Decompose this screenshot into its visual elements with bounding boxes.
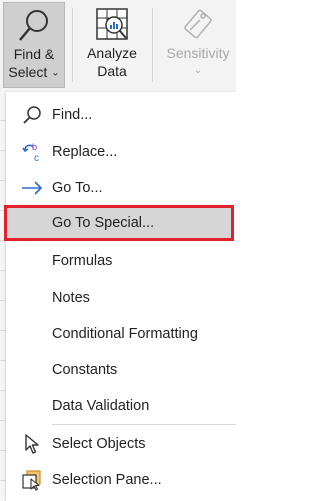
- menu-item-label: Notes: [52, 290, 90, 306]
- selection-pane-icon: [20, 468, 44, 492]
- menu-item-replace[interactable]: b c Replace...: [6, 135, 236, 169]
- menu-item-constants[interactable]: Constants: [6, 353, 236, 387]
- menu-item-label: Formulas: [52, 253, 113, 269]
- ribbon: Find & Select ⌄ Analyze Data Sensitivity…: [0, 0, 236, 93]
- find-select-label-2: Select: [8, 64, 48, 80]
- menu-item-select-objects[interactable]: Select Objects: [6, 427, 236, 461]
- menu-item-label: Go To Special...: [52, 215, 155, 231]
- menu-item-label: Select Objects: [52, 436, 146, 452]
- arrow-right-icon: [20, 176, 44, 200]
- menu-item-label: Constants: [52, 362, 118, 378]
- magnifier-icon: [19, 10, 48, 41]
- menu-item-label: Data Validation: [52, 398, 150, 414]
- ribbon-separator: [72, 8, 73, 82]
- menu-item-label: Conditional Formatting: [52, 326, 198, 342]
- analyze-data-icon: [96, 8, 128, 40]
- sensitivity-button: Sensitivity ⌄: [160, 2, 236, 88]
- sensitivity-icon: [184, 9, 212, 39]
- analyze-data-button[interactable]: Analyze Data: [82, 2, 142, 88]
- menu-item-label: Go To...: [52, 180, 103, 196]
- menu-item-conditional-formatting[interactable]: Conditional Formatting: [6, 317, 236, 351]
- find-select-label-1: Find &: [13, 46, 55, 62]
- sensitivity-label: Sensitivity: [166, 45, 230, 61]
- menu-item-label: Replace...: [52, 144, 118, 160]
- find-select-button[interactable]: Find & Select ⌄: [3, 2, 65, 88]
- menu-item-find[interactable]: Find...: [6, 98, 236, 132]
- ribbon-separator: [152, 8, 153, 82]
- pointer-icon: [20, 432, 44, 456]
- menu-item-label: Find...: [52, 107, 93, 123]
- menu-separator: [52, 424, 236, 425]
- chevron-down-icon: ⌄: [193, 65, 203, 76]
- menu-item-selection-pane[interactable]: Selection Pane...: [6, 463, 236, 497]
- svg-text:b: b: [32, 142, 37, 152]
- analyze-data-label-2: Data: [97, 63, 127, 79]
- menu-item-notes[interactable]: Notes: [6, 281, 236, 315]
- replace-icon: b c: [20, 140, 44, 164]
- menu-item-go-to-special[interactable]: Go To Special...: [4, 205, 234, 241]
- menu-item-data-validation[interactable]: Data Validation: [6, 389, 236, 423]
- find-select-menu: Find... b c Replace... Go To... Go To Sp…: [4, 92, 236, 501]
- menu-item-label: Selection Pane...: [52, 472, 162, 488]
- chevron-down-icon: ⌄: [51, 67, 60, 79]
- svg-text:c: c: [34, 153, 39, 163]
- search-icon: [20, 103, 44, 127]
- menu-item-go-to[interactable]: Go To...: [6, 171, 236, 205]
- menu-item-formulas[interactable]: Formulas: [6, 244, 236, 278]
- analyze-data-label-1: Analyze: [87, 45, 137, 61]
